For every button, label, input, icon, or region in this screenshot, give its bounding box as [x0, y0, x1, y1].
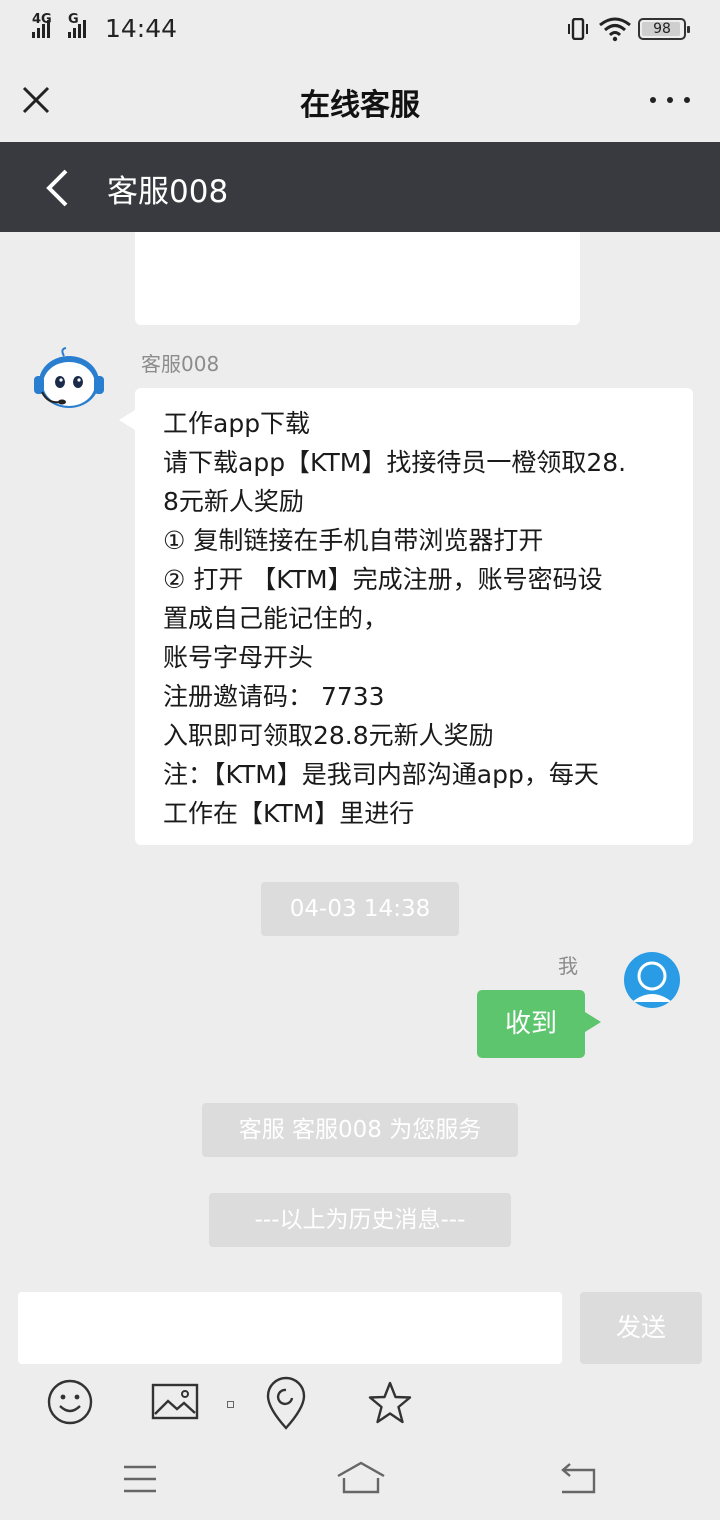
user-icon: [632, 961, 672, 1002]
my-message-bubble: 收到: [477, 990, 601, 1058]
battery-level: 98: [653, 21, 671, 37]
wifi-icon: [599, 17, 631, 42]
my-avatar: [624, 952, 680, 1008]
status-bar: 4G G 14:44 98: [0, 0, 720, 58]
send-button[interactable]: 发送: [580, 1292, 702, 1364]
back-arrow-icon[interactable]: [42, 168, 72, 208]
system-nav-bar: [0, 1440, 720, 1520]
message-line: 置成自己能记住的，: [163, 604, 389, 633]
agent-sender-name: 客服008: [141, 352, 220, 376]
message-line: 工作在【KTM】里进行: [163, 799, 415, 828]
status-time: 14:44: [105, 14, 178, 43]
history-divider: ---以上为历史消息---: [209, 1193, 511, 1247]
message-line: 账号字母开头: [163, 643, 314, 672]
vibrate-icon: [568, 18, 588, 40]
home-icon[interactable]: [336, 1460, 386, 1496]
message-line: 工作app下载: [163, 409, 311, 438]
message-line: ① 复制链接在手机自带浏览器打开: [163, 526, 544, 555]
message-line: 注册邀请码： 7733: [163, 682, 385, 711]
my-sender-name: 我: [558, 954, 578, 978]
menu-icon[interactable]: [122, 1464, 158, 1494]
chat-header: 客服008: [0, 142, 720, 232]
message-line: 入职即可领取28.8元新人奖励: [163, 721, 494, 750]
agent-message-bubble: 工作app下载 请下载app【KTM】找接待员一橙领取28. 8元新人奖励 ① …: [119, 388, 693, 845]
message-line: ② 打开 【KTM】完成注册，账号密码设: [163, 565, 603, 594]
back-icon[interactable]: [558, 1462, 598, 1496]
message-input[interactable]: [18, 1292, 562, 1364]
previous-message-bubble: [135, 232, 580, 325]
decorative-dot: [227, 1401, 234, 1408]
star-icon[interactable]: [366, 1380, 414, 1426]
message-line: 注：【KTM】是我司内部沟通app，每天: [163, 760, 599, 789]
message-line: 请下载app【KTM】找接待员一橙领取28.: [163, 448, 627, 477]
agent-avatar: [34, 347, 104, 408]
more-options-button[interactable]: [650, 86, 690, 114]
page-title: 在线客服: [300, 88, 420, 123]
service-notice: 客服 客服008 为您服务: [202, 1103, 518, 1157]
message-line: 8元新人奖励: [163, 487, 304, 516]
chat-partner-name: 客服008: [107, 174, 229, 210]
message-timestamp: 04-03 14:38: [261, 882, 459, 936]
emoji-icon[interactable]: [46, 1378, 94, 1426]
image-icon[interactable]: [151, 1382, 199, 1422]
signal-icon-1: [32, 20, 50, 38]
signal-icon-2: [68, 20, 86, 38]
battery-icon: 98: [638, 18, 690, 40]
location-icon[interactable]: [264, 1376, 308, 1430]
title-bar: 在线客服: [0, 58, 720, 142]
